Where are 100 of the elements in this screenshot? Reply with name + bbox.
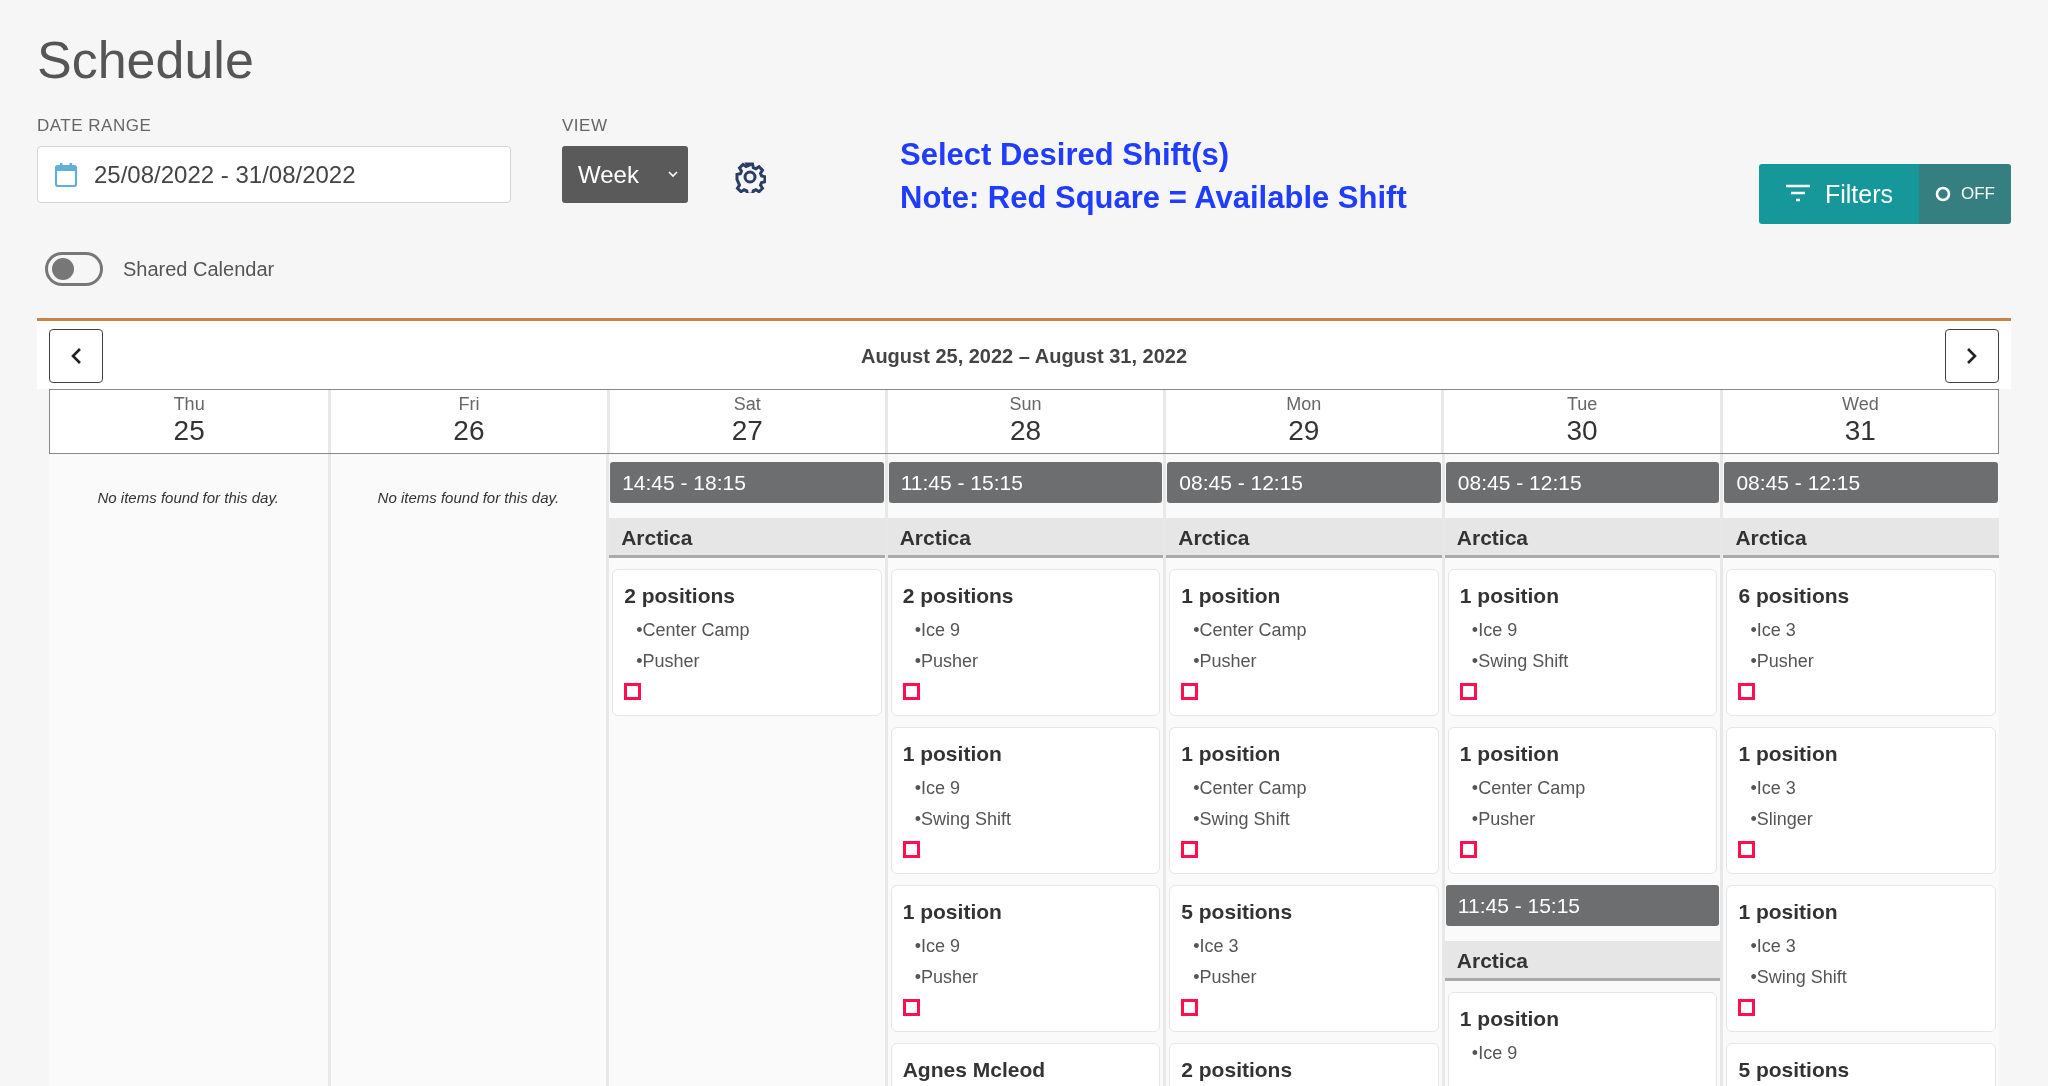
- next-button[interactable]: [1945, 329, 1999, 383]
- location-header: Arctica: [1723, 518, 1999, 558]
- chevron-left-icon: [70, 347, 82, 365]
- weekday-label: Sat: [733, 394, 761, 415]
- shift-detail: •Pusher: [636, 651, 700, 672]
- shift-time-bar: 14:45 - 18:15: [610, 462, 884, 503]
- weekday-label: Fri: [458, 394, 480, 415]
- shift-checkbox[interactable]: [902, 841, 920, 858]
- shift-detail: •Pusher: [914, 967, 979, 988]
- shift-detail: •Ice 9: [1471, 620, 1518, 641]
- shift-card[interactable]: 2 positions •Ice 9 •Pusher: [890, 569, 1161, 716]
- weekday-label: Wed: [1842, 394, 1879, 415]
- shift-card[interactable]: 5 positions: [1726, 1043, 1996, 1086]
- weekday-label: Thu: [173, 394, 205, 415]
- shift-time-bar: 11:45 - 15:15: [1445, 885, 1720, 926]
- shift-detail: •Pusher: [1750, 651, 1814, 672]
- shift-title: 1 position: [1459, 1007, 1559, 1031]
- shift-time-bar: 11:45 - 15:15: [888, 462, 1163, 503]
- shift-card[interactable]: 5 positions •Ice 3 •Pusher: [1169, 885, 1439, 1032]
- field-label: VIEW: [562, 116, 608, 136]
- shift-card[interactable]: Agnes Mcleod: [890, 1043, 1161, 1086]
- field-label: DATE RANGE: [37, 116, 152, 136]
- shift-detail: •Ice 9: [1471, 1043, 1518, 1064]
- shift-title: 1 position: [1738, 742, 1838, 766]
- shift-detail: •Ice 3: [1750, 620, 1796, 641]
- shift-detail: •Center Camp: [1471, 778, 1586, 799]
- page-title: Schedule: [37, 30, 254, 91]
- shift-detail: •Pusher: [914, 651, 979, 672]
- shift-card[interactable]: 2 positions: [1169, 1043, 1439, 1086]
- date-range-field[interactable]: 25/08/2022 - 31/08/2022: [37, 146, 511, 203]
- shift-detail: •Swing Shift: [1193, 809, 1290, 830]
- toggle-label: Shared Calendar: [123, 257, 275, 281]
- shift-detail: •Center Camp: [1193, 620, 1307, 641]
- day-number: 28: [1009, 415, 1042, 447]
- date-range-title: August 25, 2022 – August 31, 2022: [860, 344, 1188, 368]
- shift-card[interactable]: 1 position •Ice 9: [1447, 992, 1718, 1086]
- shift-detail: •Slinger: [1750, 809, 1813, 830]
- shift-title: 2 positions: [902, 584, 1014, 608]
- shift-card[interactable]: 1 position •Center Camp •Pusher: [1169, 569, 1439, 716]
- shift-card[interactable]: 1 position •Ice 3 •Slinger: [1726, 727, 1996, 874]
- shift-detail: •Center Camp: [636, 620, 750, 641]
- shift-detail: •Swing Shift: [1471, 651, 1569, 672]
- weekday-label: Sun: [1009, 394, 1042, 415]
- toggle-switch[interactable]: [45, 252, 103, 286]
- filters-button[interactable]: Filters: [1758, 164, 1919, 224]
- shift-time-bar: 08:45 - 12:15: [1445, 462, 1720, 503]
- shift-title: Agnes Mcleod: [902, 1058, 1046, 1082]
- shift-title: 1 position: [1459, 742, 1559, 766]
- shift-card[interactable]: 1 position •Center Camp •Swing Shift: [1169, 727, 1439, 874]
- shift-card[interactable]: 1 position •Ice 3 •Swing Shift: [1726, 885, 1996, 1032]
- shift-card[interactable]: 1 position •Center Camp •Pusher: [1447, 727, 1718, 874]
- shift-title: 1 position: [1459, 584, 1559, 608]
- instruction-text: Select Desired Shift(s): [900, 138, 1231, 171]
- shift-time-bar: 08:45 - 12:15: [1167, 462, 1441, 503]
- shift-card[interactable]: 1 position •Ice 9 •Pusher: [890, 885, 1161, 1032]
- empty-message: No items found for this day.: [377, 489, 560, 506]
- toggle-circle-icon: [1935, 186, 1951, 202]
- shift-checkbox[interactable]: [1181, 999, 1199, 1016]
- shift-card[interactable]: 1 position •Ice 9 •Swing Shift: [1447, 569, 1718, 716]
- shift-detail: •Ice 3: [1750, 778, 1796, 799]
- shift-checkbox[interactable]: [1181, 683, 1199, 700]
- filters-toggle[interactable]: OFF: [1919, 164, 2011, 224]
- shift-title: 1 position: [1738, 900, 1838, 924]
- settings-icon[interactable]: [734, 161, 766, 193]
- shift-card[interactable]: 1 position •Ice 9 •Swing Shift: [890, 727, 1161, 874]
- shift-detail: •Center Camp: [1193, 778, 1307, 799]
- chevron-down-icon: [668, 171, 678, 178]
- shift-title: 5 positions: [1738, 1058, 1850, 1082]
- shift-checkbox[interactable]: [902, 683, 920, 700]
- shift-checkbox[interactable]: [1738, 999, 1756, 1016]
- shift-title: 6 positions: [1738, 584, 1850, 608]
- weekday-label: Mon: [1286, 394, 1322, 415]
- shift-checkbox[interactable]: [902, 999, 920, 1016]
- shift-detail: •Ice 9: [914, 936, 961, 957]
- shift-card[interactable]: 2 positions •Center Camp •Pusher: [612, 569, 882, 716]
- instruction-text: Note: Red Square = Available Shift: [900, 181, 1407, 214]
- shift-detail: •Pusher: [1471, 809, 1536, 830]
- shift-checkbox[interactable]: [1459, 841, 1477, 858]
- shift-checkbox[interactable]: [1459, 683, 1477, 700]
- view-dropdown[interactable]: Week: [562, 146, 688, 203]
- day-number: 31: [1844, 415, 1876, 447]
- shift-title: 2 positions: [624, 584, 735, 608]
- calendar-icon: [54, 161, 78, 188]
- shift-checkbox[interactable]: [624, 683, 642, 700]
- location-header: Arctica: [887, 518, 1164, 558]
- day-number: 30: [1566, 415, 1598, 447]
- shift-checkbox[interactable]: [1738, 841, 1756, 858]
- shift-checkbox[interactable]: [1738, 683, 1756, 700]
- shift-title: 1 position: [1181, 742, 1281, 766]
- shift-title: 2 positions: [1181, 1058, 1293, 1082]
- previous-button[interactable]: [49, 329, 103, 383]
- empty-message: No items found for this day.: [97, 489, 279, 506]
- shift-title: 5 positions: [1181, 900, 1293, 924]
- shift-card[interactable]: 6 positions •Ice 3 •Pusher: [1726, 569, 1996, 716]
- shift-title: 1 position: [902, 900, 1002, 924]
- location-header: Arctica: [609, 518, 885, 558]
- shift-detail: •Ice 9: [914, 778, 961, 799]
- chevron-right-icon: [1966, 347, 1978, 365]
- day-number: 27: [731, 415, 763, 447]
- shift-checkbox[interactable]: [1181, 841, 1199, 858]
